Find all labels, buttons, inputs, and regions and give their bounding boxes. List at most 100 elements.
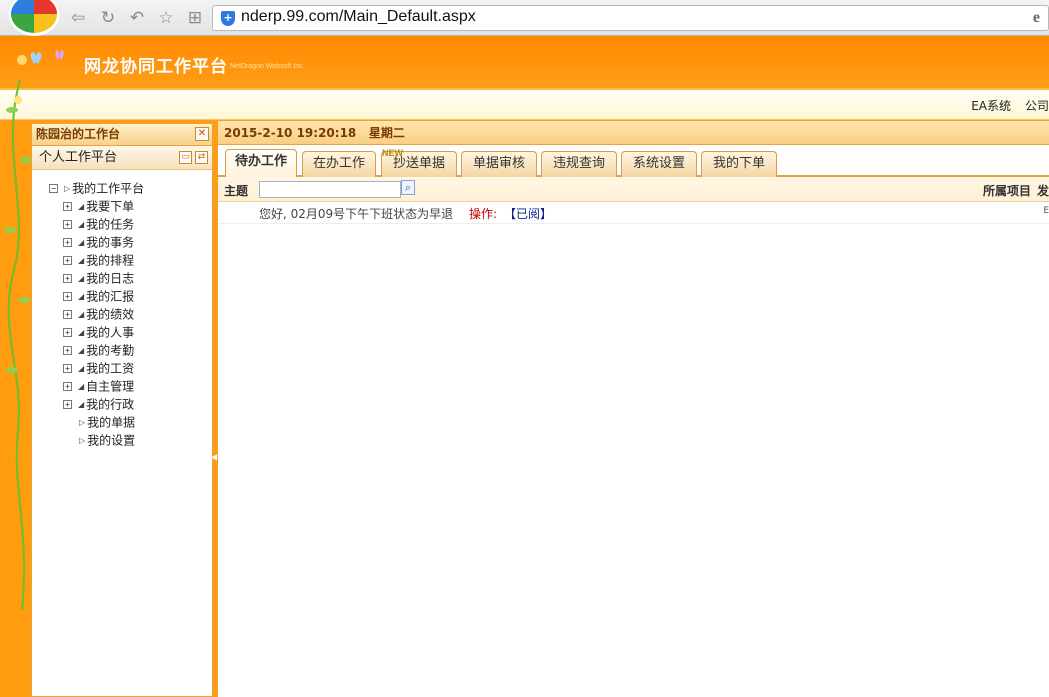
- browser-toolbar: ⇦ ↻ ↶ ☆ ⊞ + nderp.99.com/Main_Default.as…: [0, 0, 1049, 36]
- close-icon[interactable]: ✕: [195, 127, 209, 141]
- workbench-title: 陈园治的工作台: [36, 127, 121, 141]
- expand-icon[interactable]: +: [63, 220, 72, 229]
- expand-icon[interactable]: +: [63, 310, 72, 319]
- tree-item[interactable]: + ◢ 我的事务: [49, 233, 144, 251]
- section-header[interactable]: 个人工作平台 ▭ ⇄: [32, 146, 212, 170]
- back-icon[interactable]: ⇦: [68, 8, 88, 28]
- url-text[interactable]: nderp.99.com/Main_Default.aspx: [241, 8, 476, 26]
- triangle-right-icon: ▷: [79, 435, 86, 445]
- tree-item-label: 我的考勤: [86, 343, 135, 358]
- tree-item-label: 我的工资: [86, 361, 135, 376]
- project-column-tail: 发: [1036, 184, 1049, 198]
- tree-item-label: 我要下单: [86, 199, 135, 214]
- tree-item[interactable]: + ◢ 我的考勤: [49, 341, 144, 359]
- grid-icon[interactable]: ⊞: [185, 8, 205, 28]
- tree-item[interactable]: + ◢ 我的排程: [49, 251, 144, 269]
- tab-in-progress[interactable]: 在办工作: [302, 151, 376, 177]
- tree-leaf-item[interactable]: ▷ 我的设置: [49, 431, 144, 449]
- datetime: 2015-2-10 19:20:18: [224, 126, 357, 140]
- operation-label: 操作:: [469, 207, 498, 221]
- top-link-company[interactable]: 公司: [1025, 99, 1049, 113]
- expand-icon[interactable]: +: [63, 256, 72, 265]
- tree-item-label: 我的单据: [87, 415, 136, 430]
- star-icon[interactable]: ☆: [156, 8, 176, 28]
- triangle-down-icon: ◢: [78, 381, 85, 391]
- triangle-down-icon: ◢: [78, 255, 85, 265]
- triangle-down-icon: ◢: [78, 399, 85, 409]
- table-row[interactable]: 您好, 02月09号下午下班状态为早退 操作: 【已阅】 E: [218, 202, 1049, 224]
- tree-item[interactable]: + ◢ 我的汇报: [49, 287, 144, 305]
- expand-icon[interactable]: +: [63, 328, 72, 337]
- triangle-down-icon: ◢: [78, 219, 85, 229]
- expand-icon[interactable]: +: [63, 292, 72, 301]
- triangle-down-icon: ◢: [78, 327, 85, 337]
- tree-item[interactable]: + ◢ 我的任务: [49, 215, 144, 233]
- address-bar[interactable]: + nderp.99.com/Main_Default.aspx e: [212, 5, 1049, 31]
- new-badge: NEW: [382, 148, 403, 158]
- triangle-down-icon: ◢: [78, 309, 85, 319]
- expand-icon[interactable]: +: [63, 346, 72, 355]
- app-header: 网龙协同工作平台 NetDragon Websoft Inc: [0, 36, 1049, 90]
- tab-system-settings[interactable]: 系统设置: [621, 151, 697, 177]
- collapse-icon[interactable]: −: [49, 184, 58, 193]
- undo-icon[interactable]: ↶: [127, 8, 147, 28]
- tree-item[interactable]: + ◢ 我的人事: [49, 323, 144, 341]
- main-panel: 2015-2-10 19:20:18 星期二 待办工作 在办工作 抄送单据 单据…: [217, 121, 1049, 697]
- expand-icon[interactable]: +: [63, 400, 72, 409]
- row-tail: E: [1043, 206, 1049, 216]
- refresh-panel-icon[interactable]: ⇄: [195, 151, 208, 164]
- tab-pending[interactable]: 待办工作: [225, 149, 297, 179]
- triangle-down-icon: ◢: [78, 201, 85, 211]
- tree-item-label: 我的绩效: [86, 307, 135, 322]
- expand-icon[interactable]: +: [63, 364, 72, 373]
- ie-mode-icon[interactable]: e: [1033, 9, 1040, 27]
- nav-tree: − ▷ 我的工作平台 + ◢ 我要下单 + ◢ 我的任务 + ◢ 我的事务 + ◢ 我的排程 + ◢ 我的日志 +…: [49, 179, 144, 449]
- weekday: 星期二: [368, 126, 405, 140]
- tab-my-orders[interactable]: 我的下单: [701, 151, 777, 177]
- left-panel-header: 陈园治的工作台 ✕: [32, 124, 212, 146]
- tab-document-review[interactable]: 单据审核: [461, 151, 537, 177]
- filter-bar: 主题 ⌕ 所属项目 发: [218, 177, 1049, 202]
- section-title: 个人工作平台: [39, 150, 118, 165]
- expand-icon[interactable]: +: [63, 238, 72, 247]
- mark-read-link[interactable]: 【已阅】: [504, 205, 552, 222]
- project-label: 所属项目: [982, 184, 1031, 198]
- tree-item[interactable]: + ◢ 我要下单: [49, 197, 144, 215]
- browser-logo-icon[interactable]: [8, 0, 60, 36]
- subject-label: 主题: [224, 184, 249, 198]
- tree-item-label: 自主管理: [86, 379, 135, 394]
- top-strip: EA系统 公司: [0, 90, 1049, 120]
- tree-item[interactable]: + ◢ 自主管理: [49, 377, 144, 395]
- refresh-icon[interactable]: ↻: [98, 8, 118, 28]
- tree-leaf-item[interactable]: ▷ 我的单据: [49, 413, 144, 431]
- triangle-down-icon: ◢: [78, 291, 85, 301]
- tree-item-label: 我的任务: [86, 217, 135, 232]
- tree-item[interactable]: + ◢ 我的绩效: [49, 305, 144, 323]
- tree-item-label: 我的人事: [86, 325, 135, 340]
- expand-icon[interactable]: +: [63, 382, 72, 391]
- minimize-icon[interactable]: ▭: [179, 151, 192, 164]
- search-icon[interactable]: ⌕: [401, 180, 415, 195]
- tree-item-label: 我的日志: [86, 271, 135, 286]
- security-shield-icon: +: [221, 11, 235, 26]
- tree-item-label: 我的汇报: [86, 289, 135, 304]
- left-panel: 陈园治的工作台 ✕ 个人工作平台 ▭ ⇄ − ▷ 我的工作平台 + ◢ 我要下单 + ◢ 我的…: [31, 123, 213, 697]
- top-link-ea[interactable]: EA系统: [971, 99, 1011, 113]
- task-message: 您好, 02月09号下午下班状态为早退: [259, 207, 454, 221]
- subject-search-input[interactable]: [259, 181, 401, 198]
- tree-item-label: 我的排程: [86, 253, 135, 268]
- tab-violation-query[interactable]: 违规查询: [541, 151, 617, 177]
- date-bar: 2015-2-10 19:20:18 星期二: [218, 121, 1049, 145]
- expand-icon[interactable]: +: [63, 274, 72, 283]
- triangle-down-icon: ◢: [78, 363, 85, 373]
- app-subtitle: NetDragon Websoft Inc: [230, 63, 303, 70]
- tree-item[interactable]: + ◢ 我的行政: [49, 395, 144, 413]
- expand-icon[interactable]: +: [63, 202, 72, 211]
- tree-item-label: 我的行政: [86, 397, 135, 412]
- tree-children: + ◢ 我要下单 + ◢ 我的任务 + ◢ 我的事务 + ◢ 我的排程 + ◢ 我的日志 + ◢ 我的汇报 + ◢ 我的…: [49, 197, 144, 449]
- triangle-down-icon: ◢: [78, 237, 85, 247]
- tree-item[interactable]: + ◢ 我的日志: [49, 269, 144, 287]
- tree-item[interactable]: + ◢ 我的工资: [49, 359, 144, 377]
- app-title: 网龙协同工作平台: [84, 57, 228, 77]
- tree-root[interactable]: − ▷ 我的工作平台: [49, 179, 144, 197]
